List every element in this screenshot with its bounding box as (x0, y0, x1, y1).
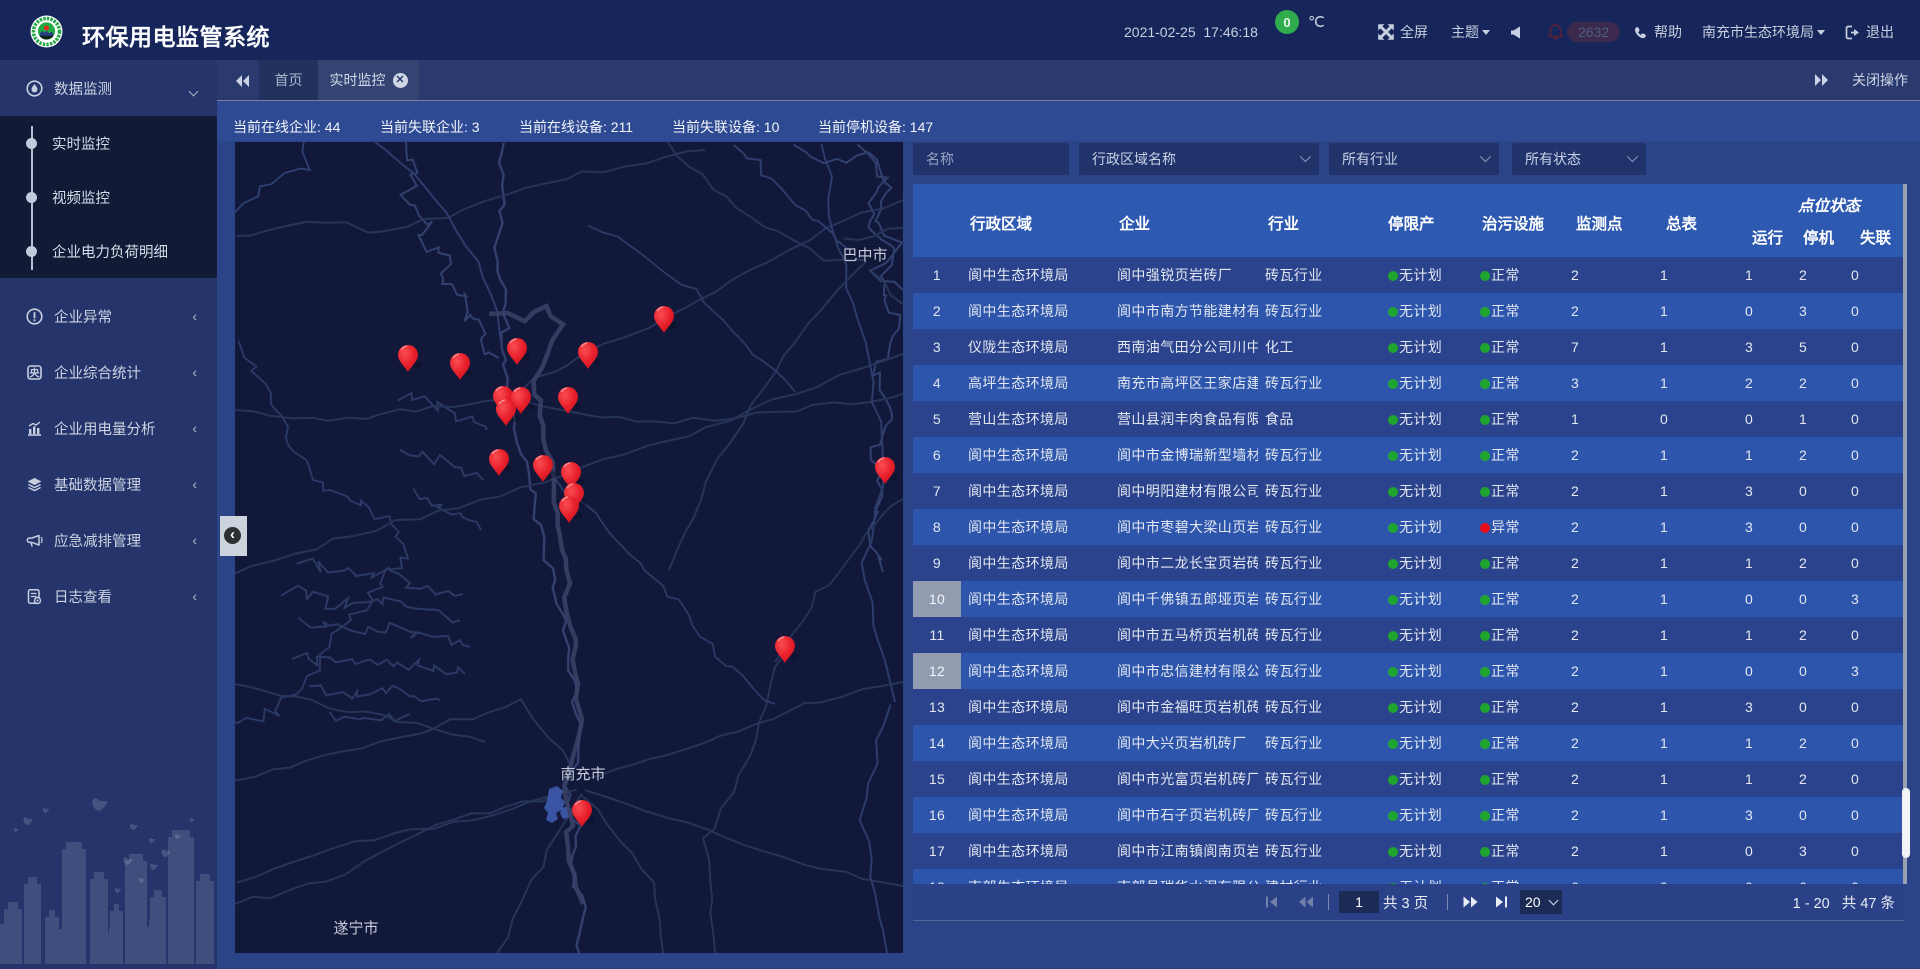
svg-text:央: 央 (30, 366, 41, 379)
svg-text:南充市: 南充市 (560, 766, 605, 783)
svg-text:遂宁市: 遂宁市 (333, 920, 378, 937)
svg-text:巴中市: 巴中市 (842, 247, 887, 264)
